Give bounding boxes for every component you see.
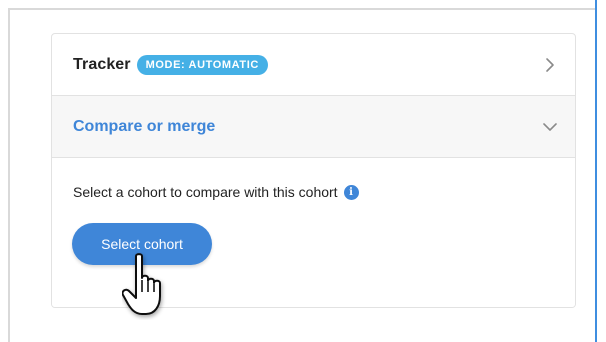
help-text: Select a cohort to compare with this coh… <box>73 184 338 200</box>
compare-or-merge-label: Compare or merge <box>73 117 216 135</box>
select-cohort-button[interactable]: Select cohort <box>72 223 212 265</box>
help-text-line: Select a cohort to compare with this coh… <box>73 184 359 200</box>
cohort-settings-panel: Tracker MODE: AUTOMATIC Compare or merge… <box>51 33 576 308</box>
mode-badge: MODE: AUTOMATIC <box>136 54 268 75</box>
info-icon[interactable]: i <box>343 184 359 200</box>
compare-body: Select a cohort to compare with this coh… <box>52 158 575 307</box>
compare-or-merge-row[interactable]: Compare or merge <box>52 96 575 158</box>
tracker-row[interactable]: Tracker MODE: AUTOMATIC <box>52 34 575 96</box>
frame-top-border <box>10 8 596 10</box>
chevron-right-icon[interactable] <box>541 56 559 74</box>
tracker-label: Tracker <box>73 55 131 73</box>
frame-right-accent <box>595 0 606 342</box>
frame-left-border <box>8 8 10 342</box>
chevron-down-icon[interactable] <box>541 118 559 136</box>
viewport: Tracker MODE: AUTOMATIC Compare or merge… <box>0 0 606 342</box>
